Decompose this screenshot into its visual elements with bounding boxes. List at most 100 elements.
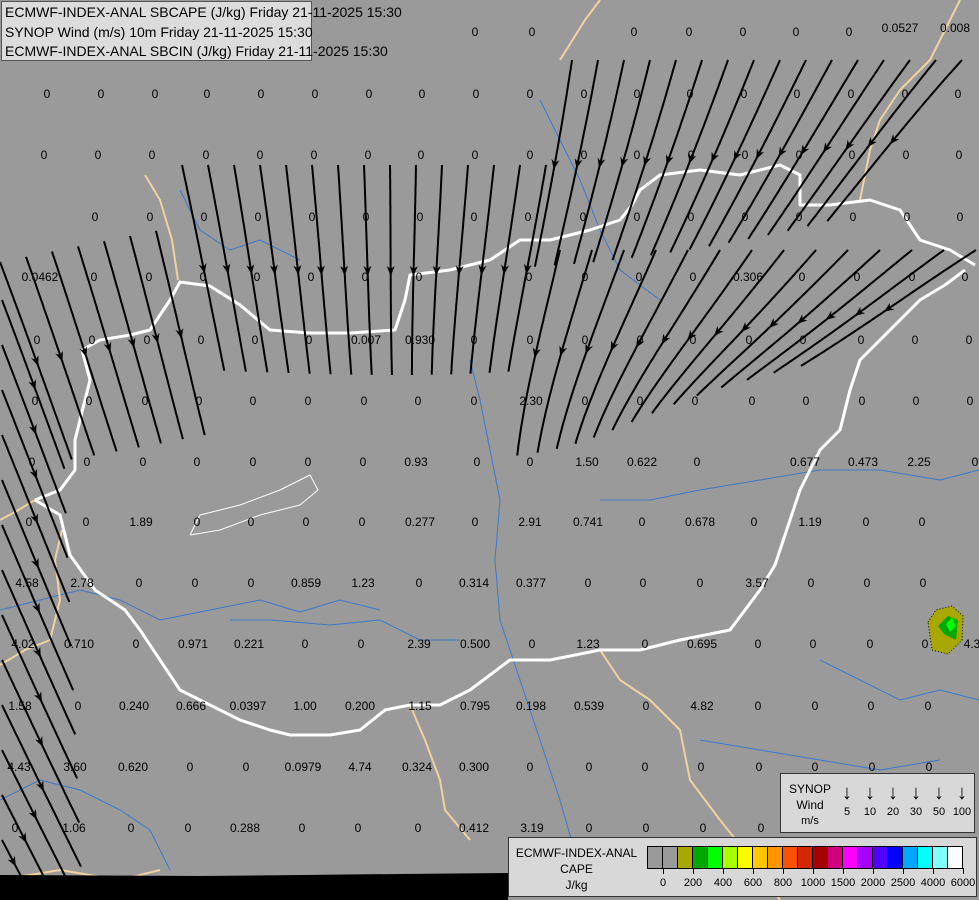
cape-value-label: 3.57: [745, 576, 769, 590]
cape-value-label: 0: [74, 699, 82, 713]
cape-value-label: 0: [257, 87, 265, 101]
cape-value-label: 0: [802, 394, 810, 408]
cape-value-label: 0: [191, 576, 199, 590]
streamline-arrow-icon: [127, 337, 136, 348]
cape-value-label: 0: [641, 760, 649, 774]
cape-value-label: 0: [197, 333, 205, 347]
cape-value-label: 4.3: [963, 637, 979, 651]
cape-value-label: 0: [581, 270, 589, 284]
cape-legend-subtitle: CAPE: [560, 862, 593, 876]
cape-value-label: 0: [415, 576, 423, 590]
cape-value-label: 0: [633, 87, 641, 101]
cape-legend-title: ECMWF-INDEX-ANAL: [515, 846, 638, 860]
cape-value-label: 0: [699, 821, 707, 835]
tick-mark: [933, 868, 934, 874]
synop-speed-20: ↓ 20: [881, 780, 905, 818]
streamline-arrow-icon: [620, 156, 629, 168]
cape-value-label: 0: [359, 455, 367, 469]
cape-value-label: 0: [755, 760, 763, 774]
cape-value-label: 0: [579, 210, 587, 224]
streamline-arrow-icon: [711, 151, 719, 163]
river-line: [600, 469, 979, 501]
cape-value-label: 2.39: [407, 637, 431, 651]
cape-value-label: 4.82: [690, 699, 714, 713]
cape-value-label: 1.06: [62, 821, 86, 835]
cape-value-label: 0: [526, 333, 534, 347]
cape-value-label: 0: [526, 148, 534, 162]
cape-value-label: 0: [862, 515, 870, 529]
cape-value-label: 0: [307, 270, 315, 284]
weather-map: 0 0 0 0 0 0 0 0.0527 0.008 0 0 0 0 0 0 0 0 0 0 0 0 0 0 0 0 0 0 0 0 0 0…: [0, 0, 979, 900]
cape-value-label: 0: [365, 87, 373, 101]
color-swatch: [918, 847, 933, 868]
cape-value-label: 0: [853, 270, 861, 284]
tick-label: 2500: [890, 877, 916, 889]
cape-value-label: 0: [687, 210, 695, 224]
cape-value-label: 0: [636, 394, 644, 408]
tick-label: 1500: [830, 877, 856, 889]
color-swatch: [768, 847, 783, 868]
cape-legend-unit: J/kg: [565, 878, 588, 892]
synop-speed-5: ↓ 5: [835, 780, 859, 818]
tick-mark: [903, 868, 904, 874]
cape-value-label: 0.0527: [881, 21, 919, 35]
cape-value-label: 0: [304, 455, 312, 469]
cape-value-label: 0: [199, 270, 207, 284]
cape-value-label: 0: [811, 760, 819, 774]
cape-value-label: 0: [689, 270, 697, 284]
regional-border: [144, 174, 179, 281]
regional-border: [559, 0, 601, 61]
cape-value-label: 0: [526, 87, 534, 101]
cape-value-label: 0: [417, 148, 425, 162]
tick-mark: [873, 868, 874, 874]
cape-value-label: 0.620: [117, 760, 149, 774]
cape-value-label: 0: [242, 760, 250, 774]
cape-value-label: 0: [311, 87, 319, 101]
cape-value-label: 0: [956, 210, 964, 224]
cape-value-label: 0: [414, 821, 422, 835]
cape-value-label: 0: [866, 637, 874, 651]
color-swatch: [903, 847, 918, 868]
cape-value-label: 0: [908, 270, 916, 284]
cape-value-label: 1.23: [351, 576, 375, 590]
cape-value-label: 0: [848, 148, 856, 162]
tick-label: 6000: [950, 877, 976, 889]
cape-value-label: 0: [414, 394, 422, 408]
cape-value-label: 0.306: [732, 270, 764, 284]
title-sbcin: ECMWF-INDEX-ANAL SBCIN (J/kg) Friday 21-…: [5, 43, 388, 59]
cape-value-label: 0.666: [175, 699, 207, 713]
cape-value-label: 1.50: [575, 455, 599, 469]
cape-value-label: 0: [97, 87, 105, 101]
cape-value-label: 0: [581, 333, 589, 347]
synop-speed-label: 5: [843, 806, 851, 818]
cape-value-label: 0: [145, 270, 153, 284]
streamline-arrow-icon: [666, 154, 674, 166]
synop-speed-label: 30: [909, 806, 923, 818]
streamline-arrow-icon: [733, 150, 742, 161]
tick-label: 400: [713, 877, 733, 889]
cape-value-label: 0: [88, 333, 96, 347]
cape-value-label: 1.00: [293, 699, 317, 713]
cape-value-label: 0: [696, 576, 704, 590]
cape-value-label: 0.93: [404, 455, 428, 469]
cape-value-label: 0: [415, 270, 423, 284]
streamline-arrow-icon: [34, 736, 43, 747]
color-swatch: [753, 847, 768, 868]
cape-value-label: 0: [360, 394, 368, 408]
cape-value-label: 0: [85, 394, 93, 408]
cape-value-label: 0: [526, 455, 534, 469]
cape-value-label: 1.23: [576, 637, 600, 651]
tick-label: 600: [743, 877, 763, 889]
synop-speed-label: 50: [932, 806, 946, 818]
cape-value-label: 0: [132, 637, 140, 651]
cape-value-label: 0: [919, 576, 927, 590]
cape-value-label: 0: [585, 821, 593, 835]
cape-value-label: 0: [139, 455, 147, 469]
cape-value-label: 4.58: [15, 576, 39, 590]
cape-value-label: 2.91: [518, 515, 542, 529]
color-swatch: [798, 847, 813, 868]
cape-value-label: 0: [91, 210, 99, 224]
down-arrow-icon: ↓: [957, 782, 967, 804]
cape-blob: [927, 605, 964, 655]
tick-mark: [693, 868, 694, 874]
